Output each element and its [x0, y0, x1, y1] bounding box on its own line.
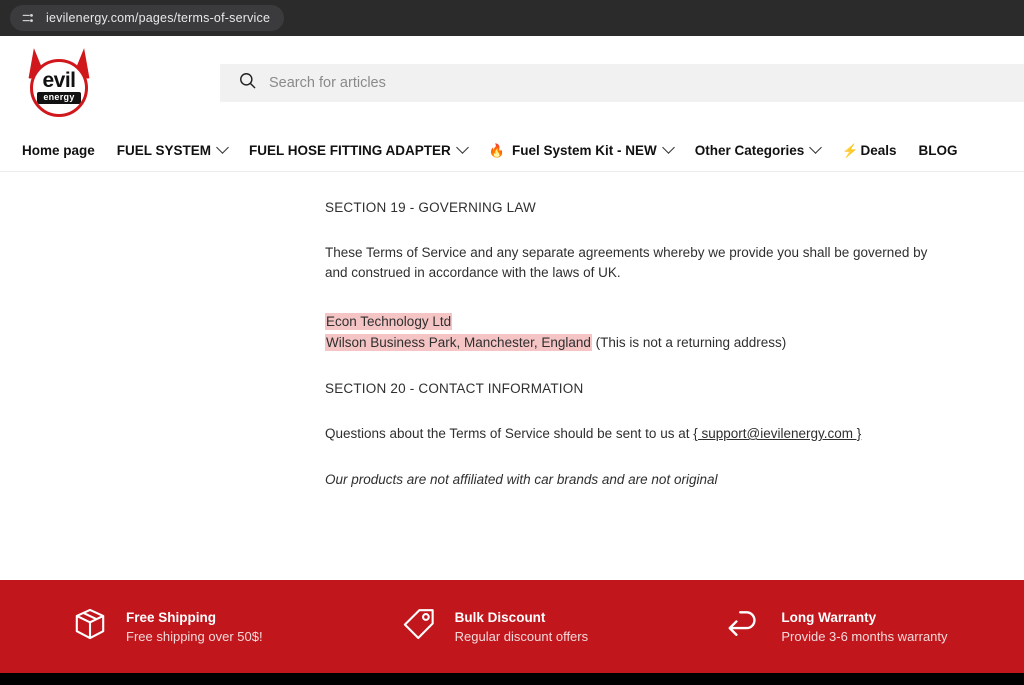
footer-feature-long-warranty: Long Warranty Provide 3-6 months warrant… — [699, 605, 1024, 648]
logo-word-evil: evil — [42, 69, 76, 92]
section-19-heading: SECTION 19 - GOVERNING LAW — [325, 200, 536, 215]
chevron-down-icon — [455, 141, 469, 154]
section-20-heading: SECTION 20 - CONTACT INFORMATION — [325, 381, 584, 396]
nav-label: Fuel System Kit - NEW — [512, 143, 657, 158]
nav-label: Other Categories — [694, 143, 805, 158]
search-input[interactable] — [269, 75, 977, 91]
feature-subtitle: Free shipping over 50$! — [126, 628, 263, 644]
box-icon — [72, 606, 108, 647]
nav-label: Home page — [22, 143, 95, 158]
chevron-down-icon — [809, 141, 823, 154]
evil-energy-logo[interactable]: evil energy — [22, 46, 96, 119]
footer-feature-bulk-discount: Bulk Discount Regular discount offers — [371, 606, 700, 647]
nav-label: FUEL HOSE FITTING ADAPTER — [249, 143, 451, 158]
nav-item-home-page[interactable]: Home page — [22, 143, 95, 158]
footer-features: Free Shipping Free shipping over 50$! Bu… — [0, 580, 1024, 673]
nav-item-blog[interactable]: BLOG — [919, 143, 958, 158]
chevron-down-icon — [216, 141, 229, 154]
nav-label: Deals — [860, 143, 897, 158]
search-bar[interactable] — [220, 64, 1024, 102]
section-20-text: Questions about the Terms of Service sho… — [325, 426, 690, 441]
footer-feature-free-shipping: Free Shipping Free shipping over 50$! — [0, 606, 371, 647]
nav-item-fuel-system[interactable]: FUEL SYSTEM — [116, 141, 229, 158]
feature-title: Long Warranty — [781, 609, 877, 625]
nav-label: BLOG — [918, 143, 958, 158]
nav-item-fuel-system-kit-new[interactable]: 🔥 Fuel System Kit - NEW — [488, 141, 675, 159]
chevron-down-icon — [661, 141, 675, 154]
url-text: ievilenergy.com/pages/terms-of-service — [46, 11, 271, 25]
section-20-body: Questions about the Terms of Service sho… — [325, 424, 945, 444]
tag-icon — [401, 606, 437, 647]
return-arrow-icon — [725, 605, 763, 648]
disclaimer-text: Our products are not affiliated with car… — [325, 472, 718, 487]
nav-item-deals[interactable]: ⚡ Deals — [842, 143, 896, 159]
nav-label: FUEL SYSTEM — [116, 143, 212, 158]
nav-item-fuel-hose-fitting-adapter[interactable]: FUEL HOSE FITTING ADAPTER — [249, 141, 469, 158]
logo-word-energy: energy — [37, 92, 81, 104]
browser-chrome: ievilenergy.com/pages/terms-of-service — [0, 0, 1024, 36]
feature-title: Bulk Discount — [454, 609, 546, 625]
company-address-line: Wilson Business Park, Manchester, Englan… — [325, 332, 1024, 353]
url-bar[interactable]: ievilenergy.com/pages/terms-of-service — [10, 5, 285, 31]
support-email-link[interactable]: { support@ievilenergy.com } — [693, 426, 861, 441]
bottom-strip — [0, 673, 1024, 685]
company-address-highlighted: Wilson Business Park, Manchester, Englan… — [325, 334, 592, 351]
terms-of-service-content: SECTION 19 - GOVERNING LAW These Terms o… — [0, 172, 1024, 580]
logo-circle: evil energy — [30, 59, 88, 117]
main-navigation: Home page FUEL SYSTEM FUEL HOSE FITTING … — [0, 130, 1024, 172]
search-icon — [238, 71, 257, 95]
company-name-line: Econ Technology Ltd — [325, 311, 1024, 332]
site-header: evil energy — [0, 36, 1024, 130]
fire-icon: 🔥 — [488, 142, 505, 158]
lightning-icon: ⚡ — [842, 142, 859, 158]
nav-item-other-categories[interactable]: Other Categories — [694, 141, 823, 158]
feature-title: Free Shipping — [126, 609, 217, 625]
section-19-body: These Terms of Service and any separate … — [325, 245, 928, 280]
page-settings-icon[interactable] — [20, 10, 36, 26]
address-note: (This is not a returning address) — [595, 335, 787, 350]
company-name-highlighted: Econ Technology Ltd — [325, 313, 453, 330]
feature-subtitle: Regular discount offers — [454, 628, 589, 644]
feature-subtitle: Provide 3-6 months warranty — [781, 628, 948, 644]
